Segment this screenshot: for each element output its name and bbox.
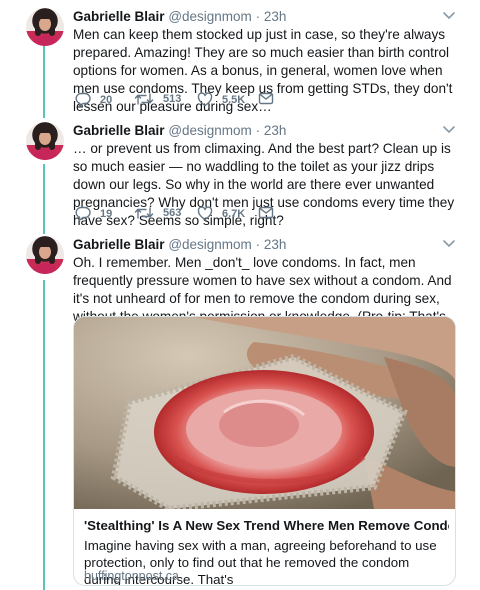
card-image bbox=[74, 317, 455, 509]
like-button[interactable]: 5.5K bbox=[197, 92, 245, 107]
reply-icon bbox=[75, 92, 91, 107]
tweet[interactable]: Gabrielle Blair @designmom · 23h Men can… bbox=[0, 8, 480, 118]
reply-button[interactable]: 19 bbox=[75, 206, 112, 221]
like-icon bbox=[197, 92, 213, 107]
like-icon bbox=[197, 206, 213, 221]
tweet-actions: 19 563 6.7K bbox=[73, 206, 293, 224]
separator-dot: · bbox=[255, 123, 261, 138]
card-domain[interactable]: huffingtonpost.ca bbox=[84, 569, 179, 583]
like-count: 6.7K bbox=[222, 207, 246, 220]
tweet-header: Gabrielle Blair @designmom · 23h bbox=[73, 9, 286, 25]
tweet-timestamp[interactable]: 23h bbox=[264, 123, 287, 138]
author-name[interactable]: Gabrielle Blair bbox=[73, 9, 165, 24]
dm-button[interactable] bbox=[258, 206, 274, 219]
reply-icon bbox=[75, 206, 91, 221]
retweet-icon bbox=[134, 93, 154, 105]
author-handle[interactable]: @designmom bbox=[168, 123, 252, 138]
retweet-count: 513 bbox=[163, 93, 182, 105]
avatar[interactable] bbox=[26, 236, 64, 274]
avatar[interactable] bbox=[26, 122, 64, 160]
reply-button[interactable]: 20 bbox=[75, 92, 112, 107]
like-count: 5.5K bbox=[222, 93, 246, 106]
author-handle[interactable]: @designmom bbox=[168, 9, 252, 24]
author-handle[interactable]: @designmom bbox=[168, 237, 252, 252]
link-preview-card[interactable]: 'Stealthing' Is A New Sex Trend Where Me… bbox=[73, 316, 456, 586]
chevron-down-icon[interactable] bbox=[442, 125, 456, 135]
tweet-timestamp[interactable]: 23h bbox=[264, 9, 287, 24]
reply-count: 20 bbox=[100, 93, 113, 106]
chevron-down-icon[interactable] bbox=[442, 239, 456, 249]
avatar[interactable] bbox=[26, 8, 64, 46]
dm-icon bbox=[258, 206, 274, 219]
reply-count: 19 bbox=[100, 207, 113, 220]
dm-icon bbox=[258, 92, 274, 105]
dm-button[interactable] bbox=[258, 92, 274, 105]
separator-dot: · bbox=[255, 9, 261, 24]
retweet-count: 563 bbox=[163, 207, 182, 219]
separator-dot: · bbox=[255, 237, 261, 252]
retweet-button[interactable]: 563 bbox=[134, 206, 181, 220]
chevron-down-icon[interactable] bbox=[442, 11, 456, 21]
tweet-header: Gabrielle Blair @designmom · 23h bbox=[73, 237, 286, 253]
tweet[interactable]: Gabrielle Blair @designmom · 23h … or pr… bbox=[0, 122, 480, 232]
author-name[interactable]: Gabrielle Blair bbox=[73, 123, 165, 138]
tweet-timestamp[interactable]: 23h bbox=[264, 237, 287, 252]
tweet-actions: 20 513 5.5K bbox=[73, 92, 293, 110]
tweet-header: Gabrielle Blair @designmom · 23h bbox=[73, 123, 286, 139]
retweet-icon bbox=[134, 207, 154, 219]
retweet-button[interactable]: 513 bbox=[134, 92, 181, 106]
card-title[interactable]: 'Stealthing' Is A New Sex Trend Where Me… bbox=[84, 517, 449, 534]
like-button[interactable]: 6.7K bbox=[197, 206, 245, 221]
author-name[interactable]: Gabrielle Blair bbox=[73, 237, 165, 252]
